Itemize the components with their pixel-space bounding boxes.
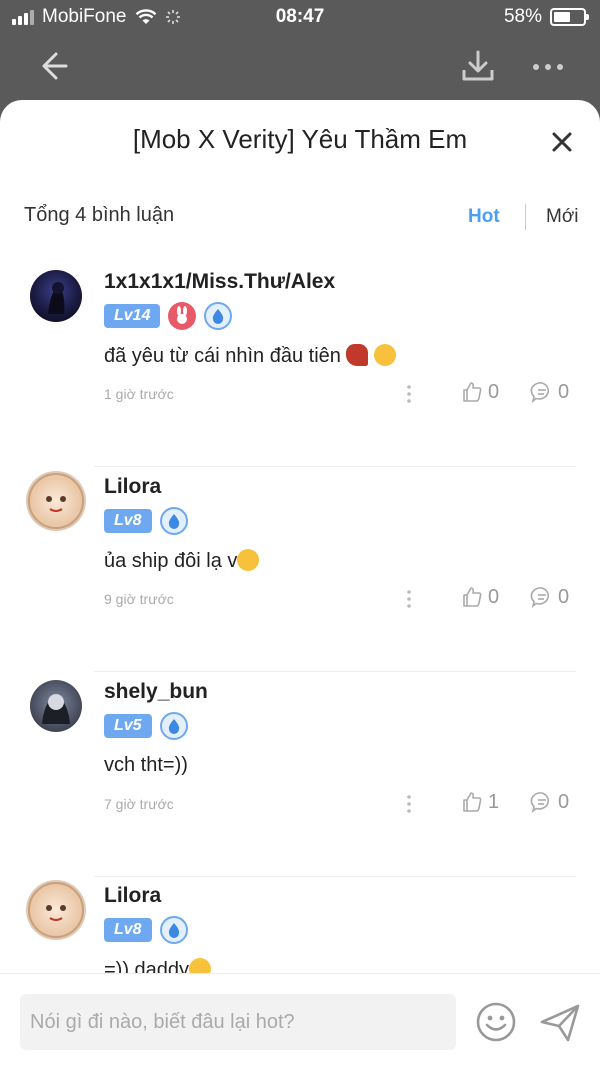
kiss-emoji-icon (374, 344, 397, 366)
reply-count: 0 (558, 585, 570, 608)
comment-text: đã yêu từ cái nhìn đầu tiên (104, 344, 397, 368)
sort-hot-tab[interactable]: Hot (468, 206, 500, 228)
like-count: 1 (488, 790, 500, 813)
reply-button[interactable]: 0 (530, 380, 569, 404)
level-badge: Lv8 (104, 918, 152, 942)
comment-text-content: đã yêu từ cái nhìn đầu tiên (104, 345, 341, 367)
like-button[interactable]: 1 (460, 790, 499, 814)
comment-menu-icon[interactable] (400, 587, 418, 611)
reply-count: 0 (558, 380, 570, 403)
rabbit-badge-icon (168, 302, 197, 330)
comment-input[interactable] (20, 994, 456, 1050)
back-arrow-icon[interactable] (34, 48, 70, 84)
level-badge: Lv5 (104, 714, 152, 738)
comment-username[interactable]: 1x1x1x1/Miss.Thư/Alex (104, 270, 335, 294)
avatar[interactable] (26, 880, 86, 940)
comment-item: Lilora Lv8 ủa ship đôi lạ v 9 giờ trước … (0, 467, 600, 672)
user-badges: Lv8 (104, 507, 188, 535)
comment-menu-icon[interactable] (400, 792, 418, 816)
smiley-icon[interactable] (474, 1000, 518, 1044)
avatar[interactable] (30, 680, 82, 732)
comment-bubble-icon (530, 587, 549, 609)
like-count: 0 (488, 585, 500, 608)
rose-emoji-icon (346, 344, 369, 366)
sort-divider (525, 204, 526, 230)
comment-count: Tổng 4 bình luận (24, 204, 175, 226)
comment-item: shely_bun Lv5 vch tht=)) 7 giờ trước 1 0 (0, 672, 600, 877)
comment-time: 9 giờ trước (104, 591, 174, 607)
like-count: 0 (488, 380, 500, 403)
sheet-title: [Mob X Verity] Yêu Thầm Em (132, 124, 468, 154)
level-badge: Lv14 (104, 304, 161, 328)
droplet-badge-icon (159, 712, 188, 740)
droplet-badge-icon (159, 507, 188, 535)
comment-username[interactable]: shely_bun (104, 680, 208, 704)
reply-button[interactable]: 0 (530, 790, 569, 814)
avatar[interactable] (26, 471, 86, 531)
download-icon[interactable] (458, 48, 498, 84)
droplet-badge-icon (159, 916, 188, 944)
droplet-badge-icon (204, 302, 233, 330)
user-badges: Lv14 (104, 302, 233, 330)
comment-username[interactable]: Lilora (104, 475, 161, 499)
nerd-emoji-icon (237, 549, 260, 571)
comment-bubble-icon (530, 792, 549, 814)
comments-sheet: [Mob X Verity] Yêu Thầm Em Tổng 4 bình l… (0, 100, 600, 1067)
comment-bubble-icon (530, 382, 549, 404)
comment-text: ủa ship đôi lạ v (104, 549, 260, 573)
thumbs-up-icon (463, 587, 482, 607)
comment-item: Lilora Lv8 =)) daddy (0, 876, 600, 976)
battery-icon (550, 8, 589, 26)
comment-text: vch tht=)) (104, 754, 188, 776)
like-button[interactable]: 0 (460, 380, 499, 404)
comment-item: 1x1x1x1/Miss.Thư/Alex Lv14 đã yêu từ cái… (0, 262, 600, 467)
status-right: 58% (503, 6, 589, 28)
thumbs-up-icon (463, 382, 482, 402)
comment-time: 7 giờ trước (104, 796, 174, 812)
like-button[interactable]: 0 (460, 585, 499, 609)
thumbs-up-icon (463, 792, 482, 812)
comment-composer (0, 973, 600, 1067)
more-icon[interactable] (528, 52, 568, 82)
comment-menu-icon[interactable] (400, 382, 418, 406)
comment-time: 1 giờ trước (104, 386, 174, 402)
comment-username[interactable]: Lilora (104, 884, 161, 908)
battery-percent: 58% (503, 6, 542, 27)
user-badges: Lv5 (104, 712, 188, 740)
send-icon[interactable] (538, 1000, 582, 1044)
level-badge: Lv8 (104, 509, 152, 533)
user-badges: Lv8 (104, 916, 188, 944)
close-icon[interactable] (546, 126, 578, 158)
avatar[interactable] (30, 270, 82, 322)
reply-button[interactable]: 0 (530, 585, 569, 609)
sort-new-tab[interactable]: Mới (546, 206, 579, 228)
reply-count: 0 (558, 790, 570, 813)
status-bar: MobiFone 08:47 58% (0, 0, 600, 36)
comment-text-content: ủa ship đôi lạ v (104, 550, 238, 572)
